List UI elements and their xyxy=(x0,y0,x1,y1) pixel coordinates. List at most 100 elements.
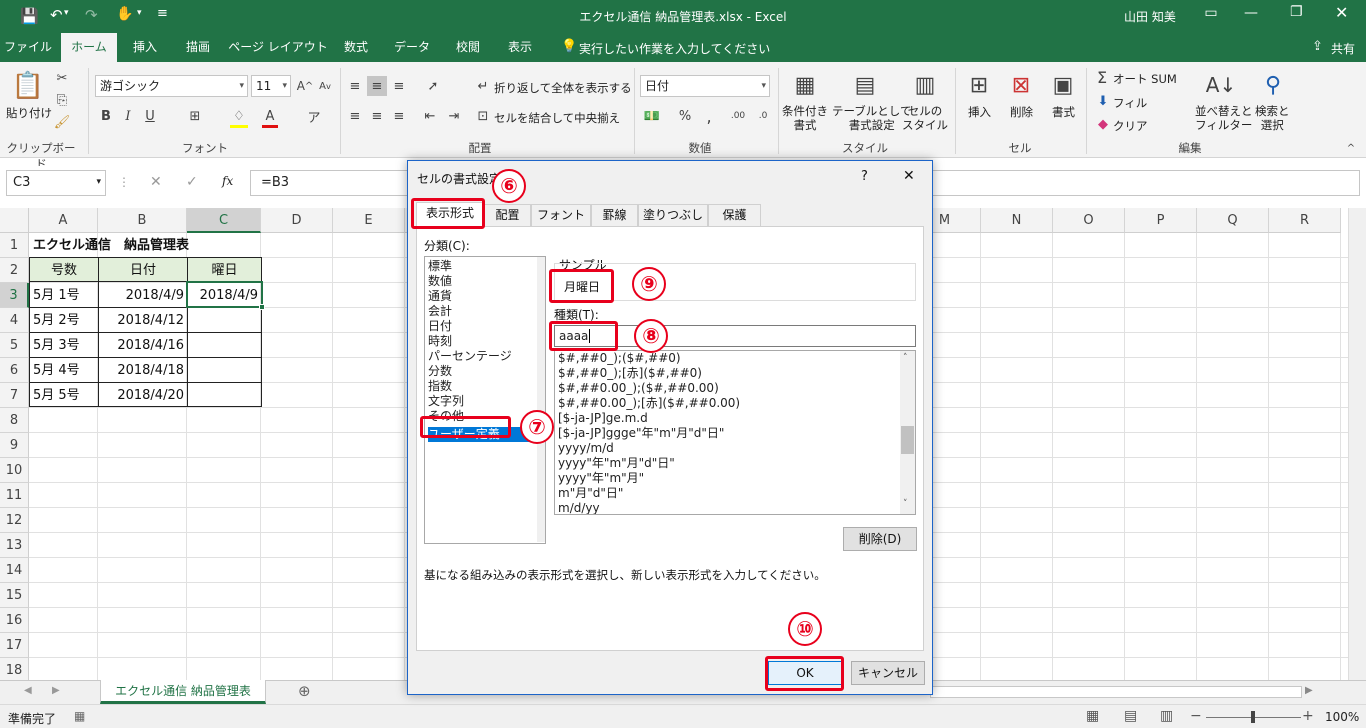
tab-insert[interactable]: 挿入 xyxy=(122,33,168,62)
fill-icon[interactable]: ⬇ xyxy=(1096,93,1110,109)
column-header-n[interactable]: N xyxy=(981,208,1053,233)
cell-a1-title[interactable]: エクセル通信 納品管理表 xyxy=(30,233,192,258)
table-cell[interactable]: 5月 2号 xyxy=(30,308,98,333)
row-header-10[interactable]: 10 xyxy=(0,458,29,483)
column-header-b[interactable]: B xyxy=(98,208,187,233)
clear-icon[interactable]: ◆ xyxy=(1096,116,1110,132)
vertical-scrollbar[interactable] xyxy=(1348,208,1366,680)
align-middle-icon[interactable]: ≡ xyxy=(367,76,387,96)
font-size-combo[interactable]: 11 ▾ xyxy=(251,75,291,97)
decrease-indent-icon[interactable]: ⇤ xyxy=(420,106,440,126)
table-cell[interactable]: 2018/4/9 xyxy=(99,283,187,308)
row-header-13[interactable]: 13 xyxy=(0,533,29,558)
font-color-icon[interactable]: A xyxy=(262,106,278,126)
insert-cells-icon[interactable]: ⊞ xyxy=(964,68,994,102)
tab-home[interactable]: ホーム xyxy=(61,33,117,62)
column-header-r[interactable]: R xyxy=(1269,208,1341,233)
search-icon[interactable]: ⚲ xyxy=(1258,68,1288,102)
table-cell[interactable]: 2018/4/18 xyxy=(99,358,187,383)
scroll-up-icon[interactable]: ˄ xyxy=(903,353,908,363)
row-header-4[interactable]: 4 xyxy=(0,308,29,333)
category-item[interactable]: 文字列 xyxy=(428,394,545,409)
tab-view[interactable]: 表示 xyxy=(497,33,543,62)
format-list[interactable]: $#,##0_);($#,##0) $#,##0_);[赤]($#,##0) $#,… xyxy=(554,350,916,515)
minimize-icon[interactable]: — xyxy=(1244,5,1258,21)
align-top-icon[interactable]: ≡ xyxy=(346,76,364,96)
find-select-button[interactable]: 検索と 選択 xyxy=(1255,104,1290,132)
format-item[interactable]: $#,##0_);($#,##0) xyxy=(558,351,915,366)
row-header-16[interactable]: 16 xyxy=(0,608,29,633)
phonetic-icon[interactable]: ア xyxy=(305,106,323,126)
wrap-text-icon[interactable]: ↵ xyxy=(474,76,492,96)
conditional-formatting-button[interactable]: 条件付き 書式 xyxy=(782,104,828,132)
add-sheet-icon[interactable]: ⊕ xyxy=(298,682,311,700)
format-item[interactable]: $#,##0.00_);[赤]($#,##0.00) xyxy=(558,396,915,411)
delete-cells-button[interactable]: 削除 xyxy=(1010,104,1033,120)
paste-icon[interactable]: 📋 xyxy=(12,68,44,104)
help-button[interactable]: ? xyxy=(861,169,868,184)
cell-styles-button[interactable]: セルの スタイル xyxy=(902,104,948,132)
tab-data[interactable]: データ xyxy=(389,33,435,62)
table-cell[interactable]: 5月 5号 xyxy=(30,383,98,408)
decrease-decimal-icon[interactable]: .0 xyxy=(752,106,774,126)
user-name[interactable]: 山田 知美 xyxy=(1124,8,1176,25)
zoom-out-icon[interactable]: − xyxy=(1190,708,1202,724)
table-cell[interactable]: 2018/4/16 xyxy=(99,333,187,358)
scroll-right-icon[interactable]: ▶ xyxy=(52,685,60,696)
page-break-view-icon[interactable]: ▥ xyxy=(1160,708,1173,724)
tab-file[interactable]: ファイル xyxy=(0,33,56,62)
format-item[interactable]: m"月"d"日" xyxy=(558,486,915,501)
category-item[interactable]: 指数 xyxy=(428,379,545,394)
table-cell[interactable] xyxy=(188,308,261,333)
function-icon[interactable]: fx xyxy=(222,174,233,188)
sort-filter-button[interactable]: 並べ替えと フィルター xyxy=(1195,104,1253,132)
name-box[interactable]: C3 ▾ xyxy=(6,170,106,196)
category-scrollbar[interactable] xyxy=(537,257,545,542)
enter-check-icon[interactable]: ✓ xyxy=(186,174,198,190)
page-layout-view-icon[interactable]: ▤ xyxy=(1124,708,1137,724)
number-format-combo[interactable]: 日付 ▾ xyxy=(640,75,770,97)
format-as-table-button[interactable]: テーブルとして 書式設定 xyxy=(832,104,911,132)
table-cell[interactable] xyxy=(188,333,261,358)
row-header-11[interactable]: 11 xyxy=(0,483,29,508)
scroll-right-icon[interactable]: ▶ xyxy=(1305,685,1313,696)
table-cell[interactable]: 5月 3号 xyxy=(30,333,98,358)
table-cell[interactable] xyxy=(188,383,261,408)
wrap-text-button[interactable]: 折り返して全体を表示する xyxy=(494,80,632,96)
format-item[interactable]: $#,##0.00_);($#,##0.00) xyxy=(558,381,915,396)
dialog-tab-alignment[interactable]: 配置 xyxy=(484,204,531,226)
category-list[interactable]: 標準 数値 通貨 会計 日付 時刻 パーセンテージ 分数 指数 文字列 その他 ユーザー定義 xyxy=(424,256,546,544)
format-item[interactable]: [$-ja-JP]ggge"年"m"月"d"日" xyxy=(558,426,915,441)
conditional-formatting-icon[interactable]: ▦ xyxy=(790,68,820,102)
italic-icon[interactable]: I xyxy=(120,106,136,126)
macro-record-icon[interactable]: ▦ xyxy=(74,709,85,723)
fill-color-icon[interactable]: ♢ xyxy=(230,106,248,126)
row-header-12[interactable]: 12 xyxy=(0,508,29,533)
tab-draw[interactable]: 描画 xyxy=(175,33,221,62)
delete-format-button[interactable]: 削除(D) xyxy=(843,527,917,551)
dialog-tab-fill[interactable]: 塗りつぶし xyxy=(638,204,708,226)
merge-center-icon[interactable]: ⊡ xyxy=(474,106,492,126)
format-item[interactable]: yyyy"年"m"月"d"日" xyxy=(558,456,915,471)
align-left-icon[interactable]: ≡ xyxy=(346,106,364,126)
table-cell[interactable]: 2018/4/12 xyxy=(99,308,187,333)
shrink-font-icon[interactable]: Av xyxy=(316,76,334,96)
row-header-5[interactable]: 5 xyxy=(0,333,29,358)
scroll-left-icon[interactable]: ◀ xyxy=(24,685,32,696)
tab-review[interactable]: 校閲 xyxy=(445,33,491,62)
format-item[interactable]: m/d/yy xyxy=(558,501,915,514)
format-item[interactable]: yyyy/m/d xyxy=(558,441,915,456)
cancel-entry-icon[interactable]: ✕ xyxy=(150,174,162,190)
cell-styles-icon[interactable]: ▥ xyxy=(910,68,940,102)
bold-icon[interactable]: B xyxy=(98,106,114,126)
row-header-2[interactable]: 2 xyxy=(0,258,29,283)
header-cell-issue[interactable]: 号数 xyxy=(30,258,98,283)
row-header-17[interactable]: 17 xyxy=(0,633,29,658)
format-item[interactable]: $#,##0_);[赤]($#,##0) xyxy=(558,366,915,381)
dialog-tab-font[interactable]: フォント xyxy=(531,204,591,226)
row-header-14[interactable]: 14 xyxy=(0,558,29,583)
dialog-tab-protection[interactable]: 保護 xyxy=(708,204,761,226)
restore-icon[interactable]: ❐ xyxy=(1290,4,1303,20)
grow-font-icon[interactable]: A ^ xyxy=(296,76,314,96)
table-cell[interactable]: 2018/4/20 xyxy=(99,383,187,408)
